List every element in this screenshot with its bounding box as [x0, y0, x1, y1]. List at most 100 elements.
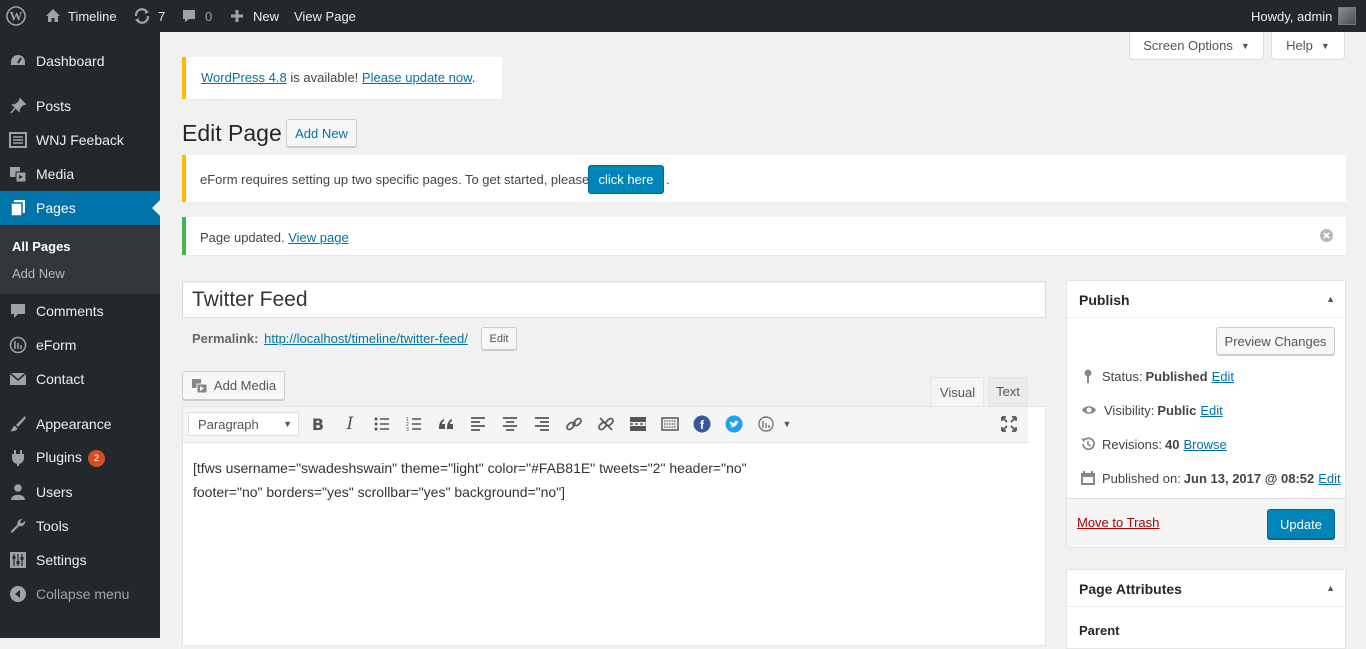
view-page-link[interactable]: View page — [288, 230, 348, 245]
post-title-input[interactable]: Twitter Feed — [182, 281, 1046, 318]
submenu-item-add-new[interactable]: Add New — [12, 266, 65, 281]
submenu-item-all-pages[interactable]: All Pages — [12, 239, 71, 254]
wordpress-version-link[interactable]: WordPress 4.8 — [201, 70, 287, 85]
read-more-icon[interactable] — [629, 415, 647, 433]
caret-down-icon[interactable]: ▼ — [778, 415, 796, 433]
view-page-link[interactable]: View Page — [294, 0, 356, 32]
calendar-icon — [1081, 471, 1095, 485]
caret-down-icon: ▼ — [1320, 40, 1330, 51]
menu-item-appearance[interactable]: Appearance — [0, 407, 160, 441]
update-button[interactable]: Update — [1267, 509, 1335, 539]
menu-item-eform[interactable]: eForm — [0, 328, 160, 362]
published-on-row: Published on: Jun 13, 2017 @ 08:52 Edit — [1080, 470, 1341, 486]
media-icon — [10, 167, 27, 183]
comments-count: 0 — [205, 8, 213, 24]
page-attributes-header[interactable]: Page Attributes ▲ — [1067, 570, 1345, 607]
screen-options-tab[interactable]: Screen Options ▼ — [1129, 32, 1264, 60]
status-value: Published — [1145, 368, 1208, 384]
comment-bubble-icon — [11, 304, 25, 318]
blockquote-icon[interactable] — [437, 415, 455, 433]
page-updated-notice: Page updated. View page — [182, 217, 1346, 255]
menu-item-users[interactable]: Users — [0, 475, 160, 509]
format-select[interactable]: Paragraph ▼ — [188, 412, 299, 436]
updates-link[interactable]: 7 — [132, 0, 165, 32]
update-now-link[interactable]: Please update now — [362, 70, 472, 85]
bulleted-list-icon[interactable] — [373, 415, 391, 433]
paintbrush-icon — [10, 416, 26, 432]
permalink-url[interactable]: http://localhost/timeline/twitter-feed/ — [264, 331, 468, 346]
wordpress-logo-icon[interactable]: W — [6, 0, 26, 32]
insert-link-icon[interactable] — [565, 415, 583, 433]
menu-item-comments[interactable]: Comments — [0, 294, 160, 328]
dismiss-icon[interactable] — [1320, 229, 1333, 242]
edit-date-link[interactable]: Edit — [1318, 471, 1340, 486]
page-attributes-title: Page Attributes — [1079, 581, 1182, 597]
format-value: Paragraph — [198, 416, 259, 432]
publish-header[interactable]: Publish ▲ — [1067, 281, 1345, 318]
collapse-arrow-icon[interactable]: ▲ — [1326, 583, 1335, 593]
align-center-icon[interactable] — [501, 415, 519, 433]
facebook-icon[interactable]: f — [693, 415, 711, 433]
unlink-icon[interactable] — [597, 415, 615, 433]
comments-link[interactable]: 0 — [181, 0, 212, 32]
menu-label: Users — [36, 484, 73, 500]
menu-item-media[interactable]: Media — [0, 157, 160, 191]
editor-content[interactable]: [tfws username="swadeshswain" theme="lig… — [193, 456, 1013, 504]
italic-icon[interactable]: I — [341, 414, 359, 434]
published-label: Published on: — [1102, 470, 1181, 486]
menu-item-wnj-feeback[interactable]: WNJ Feeback — [0, 123, 160, 157]
svg-text:3: 3 — [406, 427, 409, 433]
eform-notice: eForm requires setting up two specific p… — [182, 155, 1346, 202]
updated-text: Page updated. — [200, 230, 289, 245]
caret-down-icon: ▼ — [1240, 40, 1250, 51]
shortcode-line: [tfws username="swadeshswain" theme="lig… — [193, 460, 747, 476]
add-media-label: Add Media — [213, 378, 277, 393]
notice-text: is available! — [286, 70, 362, 85]
site-name-link[interactable]: Timeline — [44, 0, 117, 32]
preview-changes-button[interactable]: Preview Changes — [1216, 327, 1335, 355]
tab-text[interactable]: Text — [988, 377, 1028, 406]
collapse-menu-button[interactable]: Collapse menu — [0, 577, 160, 611]
visibility-row: Visibility: Public Edit — [1080, 402, 1223, 418]
updates-count: 7 — [158, 8, 166, 24]
comment-bubble-icon — [183, 10, 195, 22]
move-to-trash-link[interactable]: Move to Trash — [1077, 515, 1159, 530]
help-tab[interactable]: Help ▼ — [1271, 32, 1345, 60]
menu-item-tools[interactable]: Tools — [0, 509, 160, 543]
menu-item-pages[interactable]: Pages — [0, 191, 160, 225]
plus-icon — [231, 10, 243, 22]
browse-revisions-link[interactable]: Browse — [1183, 437, 1226, 452]
my-account-link[interactable]: Howdy, admin — [1251, 0, 1357, 32]
align-right-icon[interactable] — [533, 415, 551, 433]
click-here-button[interactable]: click here — [588, 165, 664, 194]
menu-item-dashboard[interactable]: Dashboard — [0, 44, 160, 78]
page-attributes-metabox: Page Attributes ▲ Parent — [1066, 569, 1346, 649]
add-media-button[interactable]: Add Media — [182, 371, 285, 400]
edit-visibility-link[interactable]: Edit — [1200, 403, 1222, 418]
fullscreen-icon[interactable] — [1000, 415, 1018, 433]
edit-status-link[interactable]: Edit — [1212, 369, 1234, 384]
new-content-link[interactable]: New — [229, 0, 279, 32]
menu-label: Contact — [36, 371, 85, 387]
menu-label: Media — [36, 166, 75, 182]
collapse-arrow-icon[interactable]: ▲ — [1326, 294, 1335, 304]
eform-shortcode-icon[interactable] — [757, 415, 775, 433]
tab-visual[interactable]: Visual — [931, 377, 984, 407]
history-icon — [1081, 437, 1095, 451]
add-new-page-button[interactable]: Add New — [286, 119, 357, 147]
numbered-list-icon[interactable]: 123 — [405, 415, 423, 433]
bold-icon[interactable]: B — [309, 415, 327, 434]
permalink-edit-button[interactable]: Edit — [481, 327, 517, 350]
twitter-icon[interactable] — [725, 415, 743, 433]
align-left-icon[interactable] — [469, 415, 487, 433]
toolbar-toggle-icon[interactable] — [661, 415, 679, 433]
menu-item-plugins[interactable]: Plugins 2 — [0, 441, 160, 475]
avatar — [1338, 7, 1357, 25]
menu-item-settings[interactable]: Settings — [0, 543, 160, 577]
howdy-text: Howdy, admin — [1251, 8, 1333, 24]
menu-label: Comments — [36, 303, 104, 319]
menu-item-posts[interactable]: Posts — [0, 89, 160, 123]
menu-label: Pages — [36, 200, 76, 216]
menu-item-contact[interactable]: Contact — [0, 362, 160, 396]
shortcode-line: footer="no" borders="yes" scrollbar="yes… — [193, 484, 566, 500]
